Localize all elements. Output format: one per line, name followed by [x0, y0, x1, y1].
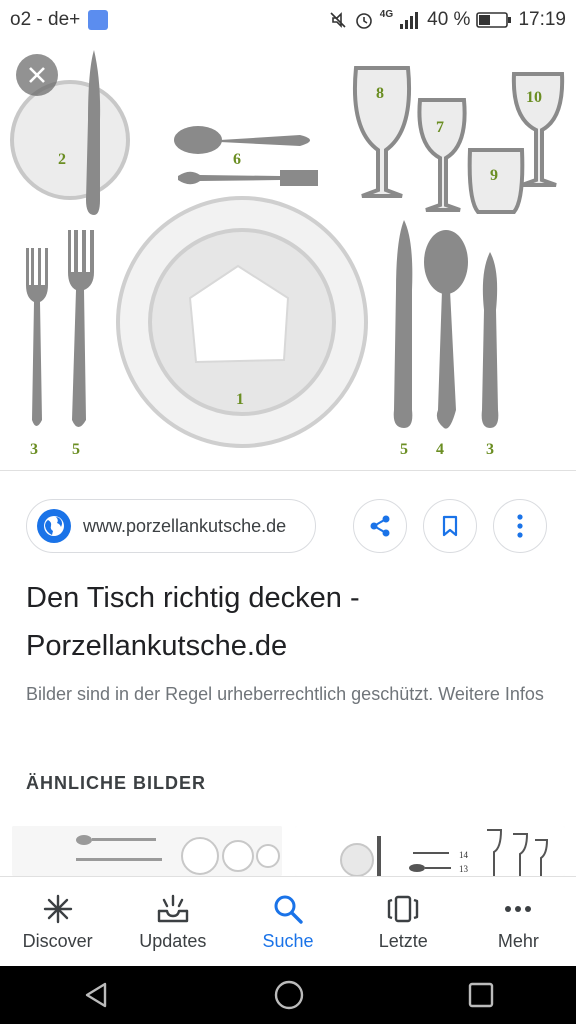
- status-bar: o2 - de+ 4G 40 % 17:19: [0, 0, 576, 40]
- butter-knife: [86, 50, 101, 215]
- mute-icon: [330, 12, 346, 28]
- bread-plate: [10, 80, 130, 200]
- bookmark-button[interactable]: [423, 499, 477, 553]
- close-icon: [29, 67, 45, 83]
- dessert-spoon-handle: [220, 135, 310, 146]
- source-link[interactable]: www.porzellankutsche.de: [26, 499, 316, 553]
- thumbnail-table-setting: [12, 826, 282, 876]
- clock: 17:19: [518, 9, 566, 30]
- fish-knife: [481, 252, 499, 428]
- divider: [0, 470, 576, 471]
- fish-fork: [26, 248, 48, 426]
- bottom-navigation: Discover Updates Suche Letzte Mehr: [0, 876, 576, 967]
- svg-text:13: 13: [459, 864, 469, 874]
- wine-glass-7: [417, 98, 467, 212]
- copyright-notice[interactable]: Bilder sind in der Regel urheberrechtlic…: [26, 678, 546, 710]
- item-number: 2: [58, 151, 66, 168]
- item-number: 6: [233, 151, 241, 168]
- recents-icon[interactable]: [467, 981, 495, 1009]
- soup-spoon-handle: [436, 290, 456, 429]
- more-dots-icon: [505, 906, 532, 912]
- thumbnail-table-setting: 14 13: [295, 826, 565, 876]
- dinner-knife: [393, 220, 413, 428]
- signal-icon: [400, 12, 419, 29]
- soup-spoon-bowl: [424, 230, 468, 294]
- alarm-icon: [355, 13, 372, 29]
- vertical-dots-icon: [517, 514, 523, 538]
- system-navigation-bar: [0, 966, 576, 1024]
- item-number: 8: [376, 85, 384, 102]
- dinner-fork: [68, 230, 94, 427]
- similar-image-thumbnail[interactable]: [12, 826, 282, 876]
- item-number: 4: [436, 441, 444, 458]
- source-domain: www.porzellankutsche.de: [83, 515, 287, 536]
- back-icon[interactable]: [81, 980, 111, 1010]
- nav-label: Mehr: [497, 931, 539, 951]
- nav-updates[interactable]: Updates: [115, 877, 230, 967]
- item-number: 9: [490, 167, 498, 184]
- nav-label: Updates: [139, 931, 207, 951]
- globe-icon: [37, 509, 71, 543]
- result-title[interactable]: Den Tisch richtig decken - Porzellankuts…: [26, 574, 556, 670]
- table-setting-illustration: 2 6 8 7 9 10 1 3 5 5 4 3: [10, 50, 565, 458]
- nav-more[interactable]: Mehr: [461, 877, 576, 967]
- item-number: 10: [526, 89, 542, 106]
- nav-discover[interactable]: Discover: [0, 877, 115, 967]
- item-number: 3: [486, 441, 494, 458]
- dessert-spoon-bowl: [174, 126, 222, 154]
- nav-label: Letzte: [378, 931, 428, 951]
- svg-text:14: 14: [459, 850, 469, 860]
- share-icon: [370, 515, 390, 537]
- item-number: 7: [436, 119, 444, 136]
- nav-recent[interactable]: Letzte: [346, 877, 461, 967]
- app-notification-icon: [88, 10, 109, 30]
- similar-images-heading: ÄHNLICHE BILDER: [26, 773, 206, 793]
- close-button[interactable]: [16, 54, 58, 96]
- nav-search[interactable]: Suche: [230, 877, 345, 967]
- updates-tray-icon: [157, 894, 188, 923]
- carrier-label: o2 - de+: [10, 9, 81, 30]
- item-number: 3: [30, 441, 38, 458]
- more-options-button[interactable]: [493, 499, 547, 553]
- network-type: 4G: [379, 9, 394, 20]
- battery-icon: [476, 12, 512, 28]
- home-icon[interactable]: [273, 979, 305, 1011]
- similar-image-thumbnail[interactable]: 14 13: [295, 826, 565, 876]
- asterisk-icon: [43, 894, 72, 924]
- nav-label: Discover: [22, 931, 93, 951]
- share-button[interactable]: [353, 499, 407, 553]
- item-number: 5: [400, 441, 408, 458]
- recent-cards-icon: [388, 895, 419, 923]
- hero-image[interactable]: 2 6 8 7 9 10 1 3 5 5 4 3: [0, 40, 576, 470]
- search-icon: [274, 895, 303, 924]
- dessert-fork: [178, 170, 318, 186]
- bookmark-icon: [442, 515, 458, 537]
- item-number: 1: [236, 391, 244, 408]
- item-number: 5: [72, 441, 80, 458]
- nav-label: Suche: [262, 931, 314, 951]
- battery-percent: 40 %: [427, 9, 471, 30]
